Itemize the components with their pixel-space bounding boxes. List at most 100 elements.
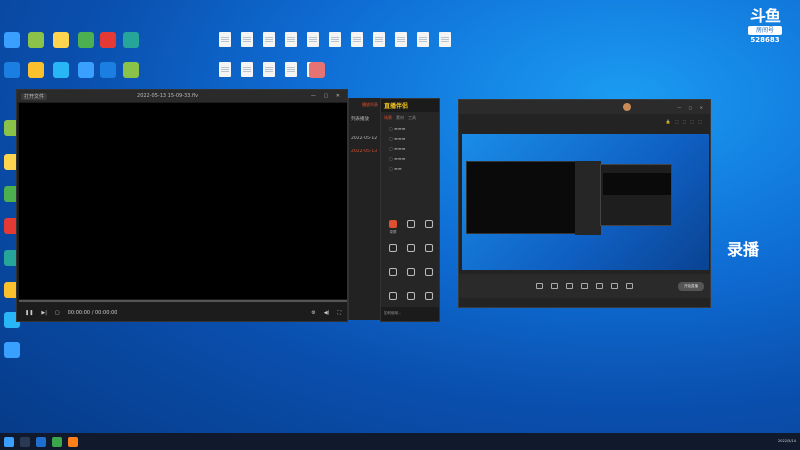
tool-record[interactable]: 录屏 [385, 220, 401, 235]
file-icon [285, 62, 297, 77]
screenshot-icon[interactable]: ▢ [55, 310, 60, 316]
file-icon [263, 32, 275, 47]
shortcut-icon [100, 32, 116, 48]
tool-item[interactable] [403, 220, 419, 230]
desktop-shortcut[interactable] [75, 32, 97, 66]
desktop-file[interactable] [280, 32, 302, 66]
player-titlebar: 打开文件 2022-05-13 15-09-33.flv — ▢ ✕ [17, 90, 347, 102]
douyu-logo: 斗鱼 [749, 8, 781, 24]
taskbar-app[interactable] [52, 436, 62, 447]
streaming-window: — ▢ ✕ 🔒⬚⬚⬚⬚ 开始直播 [458, 99, 711, 308]
tool-icon [407, 220, 415, 228]
stream-window-controls[interactable]: — ▢ ✕ [677, 105, 706, 110]
tab-material[interactable]: 素材 [396, 115, 404, 121]
settings-icon[interactable]: ⚙ [311, 310, 315, 316]
taskbar-app[interactable] [68, 436, 78, 447]
desktop-shortcut[interactable] [50, 32, 72, 66]
bar-button[interactable] [551, 282, 558, 290]
tool-item[interactable] [421, 268, 437, 278]
start-icon[interactable] [4, 436, 14, 447]
desktop-file[interactable] [434, 32, 456, 66]
desktop-shortcut[interactable] [1, 32, 23, 66]
stream-preview[interactable] [462, 134, 709, 270]
scene-row[interactable]: ▢ ▬▬▬ [381, 154, 439, 164]
assistant-logo: 直播伴侣 [384, 103, 409, 110]
desktop-shortcut[interactable] [25, 32, 47, 66]
tool-icon [407, 268, 415, 276]
assistant-footer[interactable]: 如何使用... [381, 307, 439, 321]
shortcut-icon [4, 342, 20, 358]
desktop-file[interactable] [258, 32, 280, 66]
desktop-file[interactable] [236, 32, 258, 66]
taskbar-app[interactable] [36, 436, 46, 447]
player-time: 00:00:00 / 00:00:00 [67, 309, 118, 316]
file-icon [395, 32, 407, 47]
pause-icon[interactable]: ❚❚ [25, 310, 33, 316]
record-overlay-label: 录播 [727, 240, 760, 259]
desktop-file[interactable] [368, 32, 390, 66]
tab-scene[interactable]: 场景 [384, 115, 392, 121]
search-icon[interactable] [20, 436, 30, 447]
bar-button[interactable] [536, 282, 543, 290]
progress-bar[interactable] [19, 300, 347, 302]
scene-row[interactable]: ▢ ▬▬▬ [381, 134, 439, 144]
playlist-item[interactable]: 2022-05-12 [349, 136, 380, 141]
tool-item[interactable] [403, 268, 419, 278]
bar-button[interactable] [626, 282, 633, 290]
live-assistant-window: 直播伴侣 场景 素材 工具 ▢ ▬▬▬ ▢ ▬▬▬ ▢ ▬▬▬ ▢ ▬▬▬ ▢ … [380, 98, 440, 322]
tab-tools[interactable]: 工具 [408, 115, 416, 121]
room-label: 房间号 [748, 26, 782, 35]
bar-button[interactable] [596, 282, 603, 290]
bar-button[interactable] [581, 282, 588, 290]
shortcut-icon [309, 62, 325, 78]
tool-item[interactable] [385, 244, 401, 254]
tool-icon [389, 292, 397, 300]
scene-row[interactable]: ▢ ▬▬ [381, 164, 439, 174]
tool-item[interactable] [421, 292, 437, 302]
shortcut-icon [4, 62, 20, 78]
desktop-file[interactable] [346, 32, 368, 66]
bar-button[interactable] [566, 282, 573, 290]
desktop-file[interactable] [302, 32, 324, 66]
file-icon [263, 62, 275, 77]
player-file-name: 2022-05-13 15-09-33.flv [137, 93, 199, 99]
desktop-file[interactable] [324, 32, 346, 66]
playlist-item[interactable]: 2022-05-13 [349, 149, 380, 154]
tool-item[interactable] [421, 220, 437, 230]
toolbar-icons[interactable]: 🔒⬚⬚⬚⬚ [666, 119, 706, 124]
desktop-shortcut[interactable] [97, 32, 119, 66]
tool-icon [425, 220, 433, 228]
desktop-shortcut[interactable] [120, 32, 142, 66]
player-window-controls[interactable]: — ▢ ✕ [311, 93, 343, 99]
shortcut-icon [123, 32, 139, 48]
tool-item[interactable] [385, 268, 401, 278]
desktop-file[interactable] [214, 32, 236, 66]
bar-button[interactable] [611, 282, 618, 290]
desktop-file[interactable] [390, 32, 412, 66]
tool-item[interactable] [403, 292, 419, 302]
tool-item[interactable] [385, 292, 401, 302]
record-icon [389, 220, 397, 228]
start-live-button[interactable]: 开始直播 [678, 282, 704, 291]
tool-icon [389, 268, 397, 276]
fullscreen-icon[interactable]: ⛶ [337, 310, 341, 316]
desktop-file[interactable] [412, 32, 434, 66]
video-area[interactable] [19, 103, 347, 299]
tool-icon [425, 292, 433, 300]
shortcut-icon [78, 62, 94, 78]
playlist-sub: 列表播放 [351, 117, 369, 122]
tool-item[interactable] [403, 244, 419, 254]
shortcut-icon [28, 62, 44, 78]
avatar[interactable] [623, 103, 631, 111]
volume-icon[interactable]: ◀) [324, 310, 330, 316]
file-icon [219, 62, 231, 77]
open-file-button[interactable]: 打开文件 [21, 92, 48, 100]
tool-item[interactable] [421, 244, 437, 254]
next-icon[interactable]: ▶| [41, 310, 47, 316]
scene-row[interactable]: ▢ ▬▬▬ [381, 124, 439, 134]
stream-bottom-bar [459, 274, 710, 298]
desktop-shortcut[interactable] [1, 342, 23, 376]
shortcut-icon [123, 62, 139, 78]
file-icon [285, 32, 297, 47]
scene-row[interactable]: ▢ ▬▬▬ [381, 144, 439, 154]
